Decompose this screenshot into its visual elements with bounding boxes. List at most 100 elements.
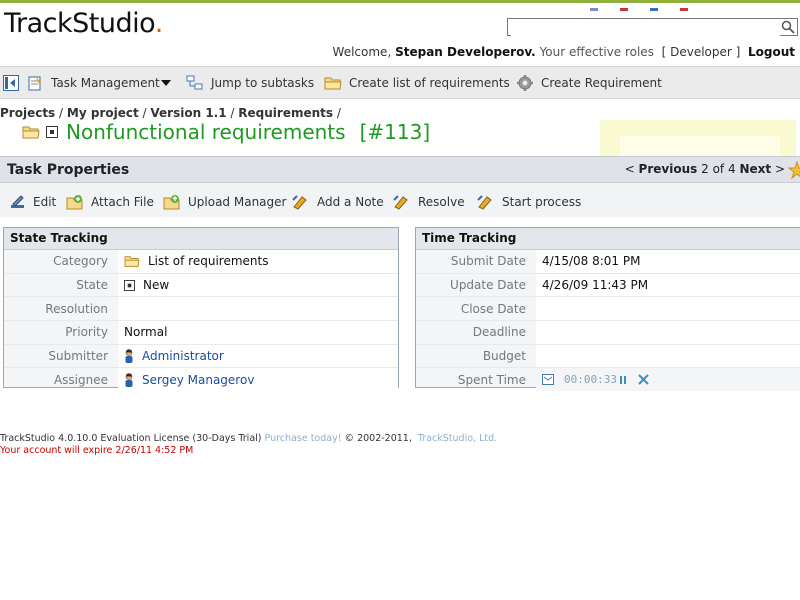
trackstudio-logo[interactable]: TrackStudio. [4,8,163,39]
upload-manager-label: Upload Manager [188,195,287,209]
state-new-icon [46,126,58,138]
previous-link[interactable]: Previous [639,162,698,176]
main-toolbar: Task Management Jump to subtasks Create … [0,66,800,99]
state-label: State [76,278,108,293]
star-icon[interactable] [788,161,800,179]
gear-icon [517,75,533,91]
folder-icon [124,256,140,268]
collapse-panel-button[interactable] [3,74,26,92]
budget-value [536,344,800,368]
user-name: Stepan Developerov. [395,45,536,59]
welcome-bar: Welcome, Stepan Developerov. Your effect… [332,45,795,59]
state-new-icon [124,279,135,291]
folder-icon [324,77,342,90]
header-color-dots [590,0,710,11]
jump-subtasks-icon [186,75,203,90]
search-box[interactable] [507,18,798,36]
edit-icon [11,195,24,208]
resolve-icon [393,195,408,210]
resolve-button[interactable]: Resolve [393,194,465,210]
copyright-text: © 2002-2011, [344,433,412,444]
table-row: Close Date [416,297,800,322]
create-requirement-button[interactable]: Create Requirement [516,74,662,92]
update-date-label: Update Date [450,278,526,293]
table-row: Update Date 4/26/09 11:43 PM [416,273,800,298]
deadline-label: Deadline [472,325,526,340]
table-row: State New [4,273,398,298]
task-management-menu[interactable]: Task Management [26,74,171,92]
close-date-label: Close Date [460,301,526,316]
logout-link[interactable]: Logout [748,45,795,59]
timer-icon[interactable] [542,374,554,386]
spent-time-timer: 00:00:33 [542,373,657,386]
table-row: Spent Time 00:00:33 [416,368,800,392]
time-tracking-panel: Time Tracking Submit Date 4/15/08 8:01 P… [415,227,800,392]
resolution-label: Resolution [45,301,108,316]
chevron-down-icon [160,80,171,86]
table-row: Priority Normal [4,321,398,345]
table-row: Resolution [4,297,398,322]
submit-date-value: 4/15/08 8:01 PM [536,250,800,273]
search-icon[interactable] [781,20,795,34]
budget-label: Budget [482,349,526,364]
company-link[interactable]: TrackStudio, Ltd. [418,433,497,444]
spent-time-value: 00:00:33 [536,368,800,392]
breadcrumb-version[interactable]: Version 1.1 [150,106,226,120]
add-note-icon [292,195,307,210]
assignee-value: Sergey Managerov [118,368,398,392]
roles-label: Your effective roles [539,45,654,59]
state-tracking-title: State Tracking [4,228,398,250]
add-note-button[interactable]: Add a Note [292,194,384,210]
breadcrumb-projects[interactable]: Projects [0,106,55,120]
pause-icon[interactable] [619,375,627,385]
action-bar: Edit Attach File Upload Manager Add a No… [0,183,800,217]
task-number: [#113] [359,120,431,144]
start-process-button[interactable]: Start process [477,194,581,210]
upload-manager-icon [163,195,180,210]
create-list-button[interactable]: Create list of requirements [324,74,510,92]
account-expire-notice: Your account will expire 2/26/11 4:52 PM [0,445,194,456]
edit-button[interactable]: Edit [10,194,56,210]
next-link[interactable]: Next [739,162,771,176]
user-icon [125,349,133,364]
close-date-value [536,297,800,321]
role-link[interactable]: Developer [670,45,732,59]
start-process-label: Start process [502,195,582,209]
folder-open-icon [22,126,40,139]
breadcrumb: Projects / My project / Version 1.1 / Re… [0,106,341,120]
resolve-label: Resolve [418,195,465,209]
search-input[interactable] [511,20,780,36]
task-properties-bar: Task Properties < Previous 2 of 4 Next > [0,156,800,183]
submitter-link[interactable]: Administrator [142,349,224,363]
assignee-link[interactable]: Sergey Managerov [142,373,254,387]
table-row: Submit Date 4/15/08 8:01 PM [416,250,800,274]
breadcrumb-requirements[interactable]: Requirements [238,106,333,120]
timer-value: 00:00:33 [564,373,617,387]
deadline-value [536,321,800,344]
assignee-label: Assignee [53,372,108,387]
breadcrumb-my-project[interactable]: My project [67,106,139,120]
attach-file-label: Attach File [91,195,154,209]
upload-manager-button[interactable]: Upload Manager [163,194,286,210]
resolution-value [118,297,398,321]
state-value: New [118,273,398,297]
submit-date-label: Submit Date [450,254,526,269]
submitter-value: Administrator [118,344,398,368]
task-management-icon [28,75,41,91]
spent-time-label: Spent Time [457,372,526,387]
purchase-link[interactable]: Purchase today! [265,433,342,444]
table-row: Assignee Sergey Managerov [4,368,398,392]
jump-to-subtasks-button[interactable]: Jump to subtasks [186,74,314,92]
submitter-label: Submitter [48,349,108,364]
state-tracking-panel: State Tracking Category List of requirem… [3,227,399,392]
jump-subtasks-label: Jump to subtasks [211,76,315,90]
footer: TrackStudio 4.0.10.0 Evaluation License … [0,433,497,444]
table-row: Budget [416,344,800,369]
attach-file-button[interactable]: Attach File [66,194,154,210]
close-icon[interactable] [638,374,649,385]
pager-total: 4 [727,162,736,176]
license-text: TrackStudio 4.0.10.0 Evaluation License … [0,433,262,444]
create-requirement-label: Create Requirement [541,76,662,90]
time-tracking-title: Time Tracking [416,228,800,250]
category-value: List of requirements [118,250,398,273]
